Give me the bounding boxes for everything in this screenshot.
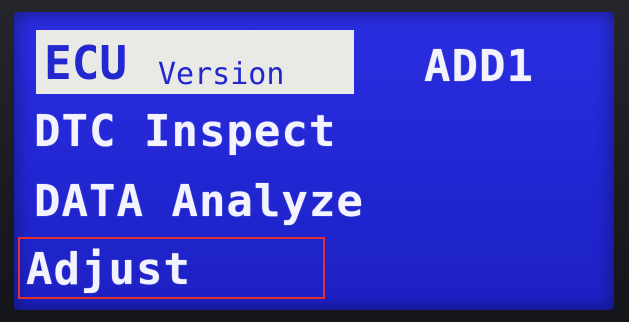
version-label: Version (158, 57, 285, 92)
ecu-label: ECU (44, 36, 128, 90)
device-bezel: ECU Version ADD1 DTC Inspect DATA Analyz… (0, 0, 629, 322)
selection-box (18, 237, 325, 299)
lcd-screen: ECU Version ADD1 DTC Inspect DATA Analyz… (14, 12, 614, 310)
menu-item-label: DTC Inspect (34, 106, 337, 157)
address-label: ADD1 (424, 41, 534, 92)
menu-item-dtc-inspect[interactable]: DTC Inspect (34, 102, 336, 162)
menu-item-label: DATA Analyze (34, 176, 364, 227)
menu-item-data-analyze[interactable]: DATA Analyze (34, 172, 364, 232)
